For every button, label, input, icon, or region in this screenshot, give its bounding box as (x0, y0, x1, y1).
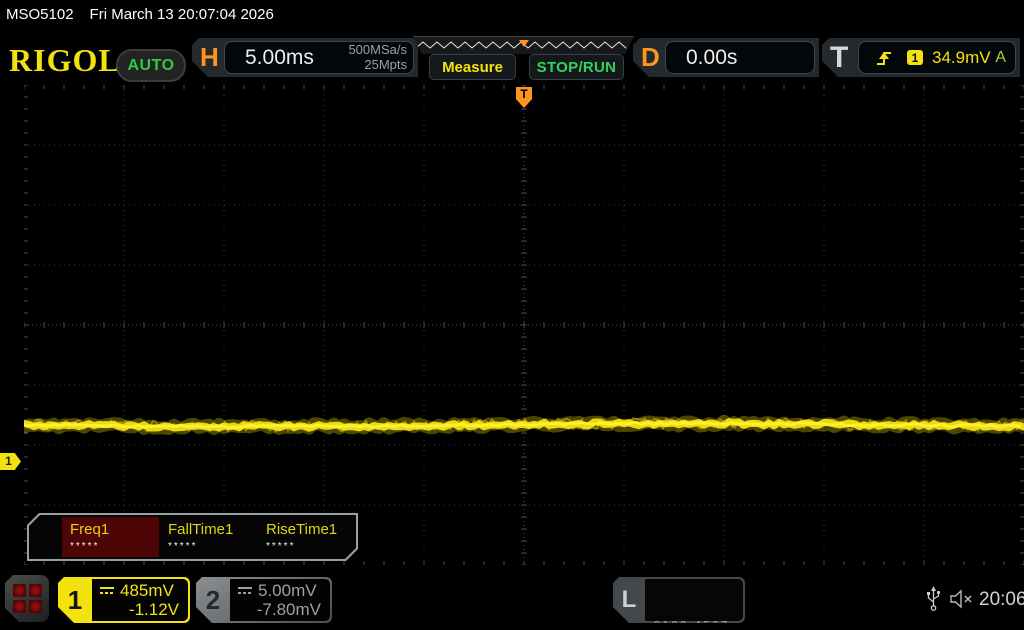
trigger-level-value: 34.9mV (932, 47, 991, 67)
horizontal-label: H (200, 42, 219, 72)
channel2-scale: 5.00mV (258, 581, 317, 600)
usb-icon (927, 586, 941, 611)
horizontal-settings-block[interactable]: H 5.00ms 500MSa/s 25Mpts (192, 38, 418, 77)
logic-channel-list: 0 1 2 3 4 5 6 7 8 9 10 11 12 13 14 15 (645, 579, 743, 621)
channel1-trace (24, 414, 1024, 435)
menu-button[interactable] (5, 575, 49, 622)
rising-edge-trigger-icon (875, 49, 893, 67)
acquisition-info: 500MSa/s 25Mpts (348, 43, 407, 71)
delay-label: D (641, 42, 660, 72)
channel2-offset: -7.80mV (256, 600, 321, 619)
horizontal-inset: 5.00ms 500MSa/s 25Mpts (224, 41, 414, 74)
trigger-inset: 1 34.9mV A (858, 41, 1016, 74)
channel1-scale: 485mV (120, 581, 174, 600)
trigger-source-badge: 1 (907, 50, 923, 65)
measurement-value: ***** (266, 541, 296, 552)
sample-rate: 500MSa/s (348, 42, 407, 58)
delay-inset: 0.00s (665, 41, 815, 74)
trigger-block[interactable]: T 1 34.9mV A (822, 38, 1020, 77)
waveform-preview-strip[interactable] (413, 36, 634, 54)
preview-waveform-icon (415, 40, 627, 49)
graticule[interactable]: T (24, 85, 1024, 565)
datetime-label: Fri March 13 20:07:04 2026 (89, 6, 274, 23)
dc-coupling-icon (237, 586, 253, 596)
acquisition-mode-badge: AUTO (116, 49, 186, 82)
delay-value: 0.00s (686, 45, 738, 69)
measurement-value: ***** (168, 541, 198, 552)
rigol-logo: RIGOL (9, 42, 121, 78)
trigger-sweep-mode: A (995, 48, 1006, 66)
measurement-value: ***** (70, 541, 100, 552)
measurement-name: FallTime1 (168, 521, 234, 538)
measurement-panel: Freq1 ***** FallTime1 ***** RiseTime1 **… (27, 513, 358, 561)
measure-button[interactable]: Measure (429, 54, 516, 80)
measurement-name: Freq1 (70, 521, 110, 538)
measurement-panel-body: Freq1 ***** FallTime1 ***** RiseTime1 **… (29, 515, 356, 559)
logic-analyzer-block[interactable]: L 0 1 2 3 4 5 6 7 8 9 10 11 12 13 14 15 (613, 577, 745, 623)
channel1-number: 1 (67, 584, 83, 615)
channel1-offset: -1.12V (128, 600, 179, 619)
delay-block[interactable]: D 0.00s (633, 38, 819, 77)
channel2-block[interactable]: 2 5.00mV -7.80mV (196, 577, 332, 623)
logic-analyzer-label: L (621, 586, 637, 613)
channel1-position-marker[interactable]: 1 (0, 453, 21, 470)
channel2-body: 5.00mV -7.80mV (230, 579, 330, 621)
measurement-name: RiseTime1 (266, 521, 338, 538)
status-bar: MSO5102 Fri March 13 20:07:04 2026 (6, 6, 274, 23)
model-label: MSO5102 (6, 6, 74, 23)
channel1-block[interactable]: 1 485mV -1.12V (58, 577, 190, 623)
memory-depth: 25Mpts (364, 56, 407, 72)
channel1-body: 485mV -1.12V (92, 579, 188, 621)
measurement-item-freq1[interactable]: Freq1 ***** (62, 517, 159, 557)
timebase-value: 5.00ms (245, 45, 314, 69)
measurement-item-falltime1[interactable]: FallTime1 ***** (160, 517, 257, 557)
red-grid-menu-icon (13, 584, 42, 613)
measurement-item-risetime1[interactable]: RiseTime1 ***** (258, 517, 355, 557)
channel2-number: 2 (205, 584, 221, 615)
stop-run-button[interactable]: STOP/RUN (529, 54, 624, 80)
speaker-muted-icon[interactable] (949, 589, 975, 609)
oscilloscope-screen: MSO5102 Fri March 13 20:07:04 2026 RIGOL… (0, 0, 1024, 630)
dc-coupling-icon (99, 586, 115, 596)
system-clock: 20:06 (979, 589, 1024, 610)
trigger-label: T (830, 40, 849, 74)
logic-channels-row1: 0 1 2 3 4 5 6 7 (654, 618, 727, 630)
